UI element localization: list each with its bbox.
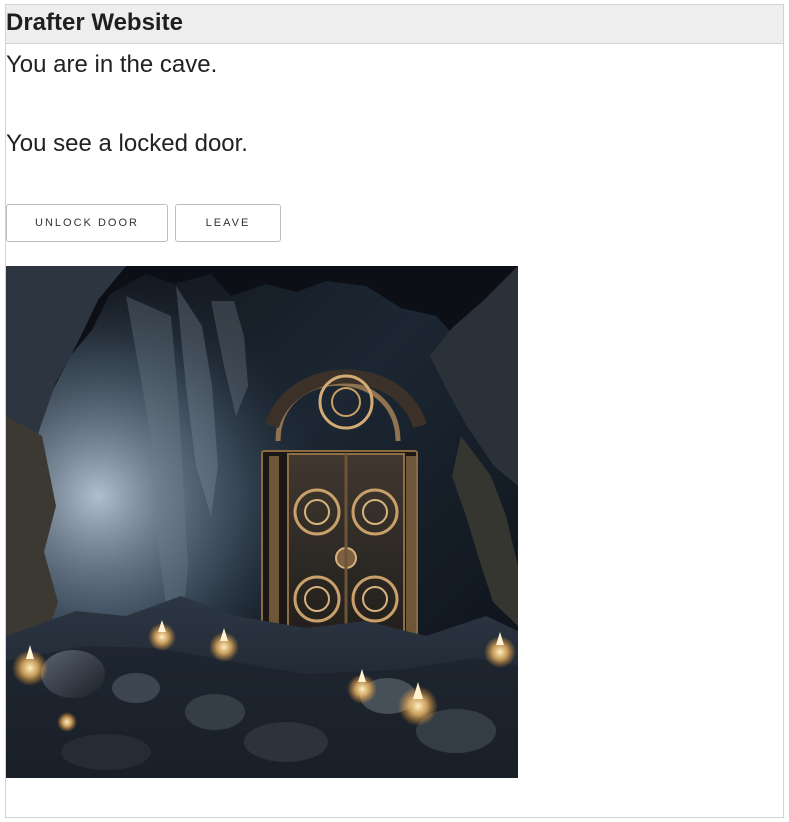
cave-door-image [6, 266, 518, 778]
observation-text: You see a locked door. [6, 130, 248, 157]
site-title: Drafter Website [6, 9, 183, 36]
cave-door-illustration [6, 266, 518, 778]
location-text: You are in the cave. [6, 51, 218, 78]
page-frame: Drafter Website You are in the cave. You… [5, 4, 784, 818]
leave-button[interactable]: Leave [175, 204, 281, 242]
action-buttons: Unlock Door Leave [6, 204, 281, 242]
site-header: Drafter Website [6, 5, 783, 44]
unlock-door-button[interactable]: Unlock Door [6, 204, 168, 242]
